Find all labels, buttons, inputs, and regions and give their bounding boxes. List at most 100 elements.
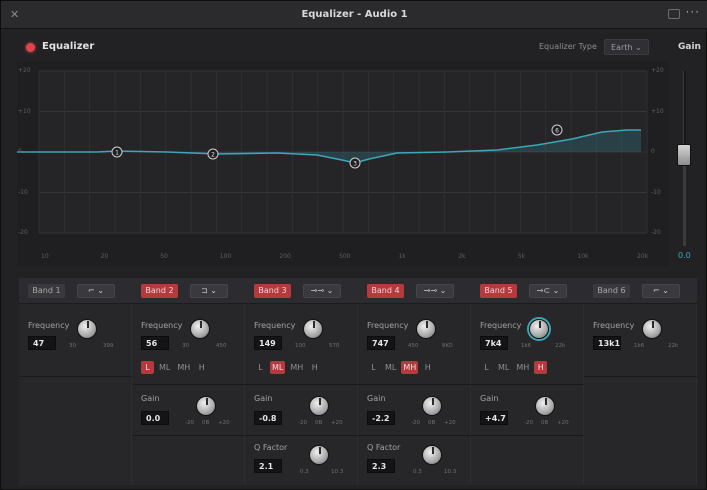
equalizer-power-toggle[interactable] bbox=[26, 43, 35, 52]
q-factor-value-field[interactable]: 2.3 bbox=[367, 459, 395, 473]
frequency-value-field[interactable]: 47 bbox=[28, 336, 56, 350]
channel-button-mh[interactable]: MH bbox=[401, 361, 419, 374]
band-header: Band 6 ⌐ ⌄ bbox=[584, 278, 697, 304]
band-panel: Band 6 ⌐ ⌄ Frequency 13k1 1k6 22k bbox=[584, 278, 697, 485]
frequency-max-label: 570 bbox=[329, 343, 340, 349]
frequency-label: Frequency bbox=[593, 321, 635, 330]
channel-button-h[interactable]: H bbox=[308, 361, 321, 374]
filter-type-dropdown[interactable]: ⊸⊸ ⌄ bbox=[416, 284, 454, 298]
eq-x-tick: 2k bbox=[458, 253, 466, 260]
gain-min-label: -20 bbox=[298, 420, 307, 426]
frequency-label: Frequency bbox=[28, 321, 70, 330]
q-factor-knob[interactable] bbox=[422, 445, 442, 465]
frequency-value-field[interactable]: 56 bbox=[141, 336, 169, 350]
gain-knob[interactable] bbox=[422, 396, 442, 416]
channel-button-mh[interactable]: MH bbox=[514, 361, 531, 374]
gain-section: Gain -2.2 -20 0B +20 bbox=[358, 386, 471, 436]
channel-button-mh[interactable]: MH bbox=[175, 361, 192, 374]
more-options-icon[interactable]: ··· bbox=[686, 5, 700, 19]
eq-band-handle[interactable]: 6 bbox=[551, 124, 563, 136]
channel-button-mh[interactable]: MH bbox=[288, 361, 305, 374]
frequency-max-label: 22k bbox=[555, 343, 566, 349]
window-title: Equalizer - Audio 1 bbox=[301, 9, 408, 20]
eq-x-tick: 10k bbox=[577, 253, 589, 260]
equalizer-header: Equalizer Equalizer Type Earth ⌄ Gain bbox=[1, 31, 707, 61]
eq-x-tick: 100 bbox=[219, 253, 232, 260]
channel-button-h[interactable]: H bbox=[534, 361, 548, 374]
eq-y-tick-left: -10 bbox=[18, 188, 28, 196]
band-panel: Band 5 ⊸⊂ ⌄ Frequency 7k4 1k6 22k L ML MH H … bbox=[471, 278, 584, 485]
frequency-label: Frequency bbox=[480, 321, 522, 330]
band-toggle-button[interactable]: Band 5 bbox=[480, 284, 517, 298]
filter-type-dropdown[interactable]: ⌐ ⌄ bbox=[642, 284, 680, 298]
gain-mid-label: 0B bbox=[541, 420, 549, 426]
channel-button-ml[interactable]: ML bbox=[270, 361, 286, 374]
frequency-value-field[interactable]: 7k4 bbox=[480, 336, 508, 350]
frequency-knob[interactable] bbox=[416, 319, 436, 339]
band-toggle-button[interactable]: Band 4 bbox=[367, 284, 404, 298]
band-toggle-button[interactable]: Band 2 bbox=[141, 284, 178, 298]
q-factor-value-field[interactable]: 2.1 bbox=[254, 459, 282, 473]
frequency-section: Frequency 47 30 399 bbox=[19, 305, 132, 377]
eq-x-tick: 20k bbox=[637, 253, 649, 260]
frequency-min-label: 1k6 bbox=[634, 343, 645, 349]
frequency-value-field[interactable]: 149 bbox=[254, 336, 282, 350]
frequency-knob[interactable] bbox=[529, 319, 549, 339]
q-factor-min-label: 0.3 bbox=[413, 469, 422, 475]
eq-y-tick-right: 0 bbox=[651, 148, 655, 155]
gain-value-field[interactable]: -0.8 bbox=[254, 411, 282, 425]
frequency-knob[interactable] bbox=[77, 319, 97, 339]
gain-max-label: +20 bbox=[444, 420, 456, 426]
gain-value-field[interactable]: +4.7 bbox=[480, 411, 508, 425]
filter-type-dropdown[interactable]: ⊸⊸ ⌄ bbox=[303, 284, 341, 298]
frequency-value-field[interactable]: 13k1 bbox=[593, 336, 621, 350]
channel-button-l[interactable]: L bbox=[141, 361, 154, 374]
equalizer-type-dropdown[interactable]: Earth ⌄ bbox=[604, 39, 649, 55]
frequency-knob[interactable] bbox=[190, 319, 210, 339]
band-toggle-button[interactable]: Band 6 bbox=[593, 284, 630, 298]
frequency-knob[interactable] bbox=[303, 319, 323, 339]
filter-type-dropdown[interactable]: ⊐ ⌄ bbox=[190, 284, 228, 298]
q-factor-knob[interactable] bbox=[309, 445, 329, 465]
band-toggle-button[interactable]: Band 3 bbox=[254, 284, 291, 298]
filter-type-dropdown[interactable]: ⌐ ⌄ bbox=[77, 284, 115, 298]
frequency-knob[interactable] bbox=[642, 319, 662, 339]
frequency-section: Frequency 56 30 450 L ML MH H bbox=[132, 305, 245, 385]
gain-knob[interactable] bbox=[309, 396, 329, 416]
channel-button-ml[interactable]: ML bbox=[383, 361, 398, 374]
channel-button-h[interactable]: H bbox=[195, 361, 208, 374]
gain-max-label: +20 bbox=[331, 420, 343, 426]
frequency-max-label: 450 bbox=[216, 343, 227, 349]
eq-band-handle[interactable]: 3 bbox=[349, 157, 361, 169]
band-header: Band 5 ⊸⊂ ⌄ bbox=[471, 278, 584, 304]
eq-band-handle[interactable]: 1 bbox=[111, 146, 123, 158]
gain-value-field[interactable]: -2.2 bbox=[367, 411, 395, 425]
frequency-min-label: 1k6 bbox=[521, 343, 532, 349]
channel-button-ml[interactable]: ML bbox=[496, 361, 511, 374]
band-toggle-button[interactable]: Band 1 bbox=[28, 284, 65, 298]
channel-button-h[interactable]: H bbox=[421, 361, 434, 374]
frequency-section: Frequency 149 100 570 L ML MH H bbox=[245, 305, 358, 385]
band-header: Band 2 ⊐ ⌄ bbox=[132, 278, 245, 304]
eq-band-handle-label: 3 bbox=[353, 161, 357, 168]
eq-band-handle[interactable]: 2 bbox=[207, 148, 219, 160]
frequency-min-label: 30 bbox=[69, 343, 76, 349]
gain-mid-label: 0B bbox=[202, 420, 210, 426]
gain-label: Gain bbox=[254, 394, 273, 403]
gain-max-label: +20 bbox=[557, 420, 569, 426]
frequency-value-field[interactable]: 747 bbox=[367, 336, 395, 350]
gain-fader-handle[interactable] bbox=[677, 144, 691, 166]
filter-type-dropdown[interactable]: ⊸⊂ ⌄ bbox=[529, 284, 567, 298]
channel-button-l[interactable]: L bbox=[254, 361, 267, 374]
eq-graph[interactable]: 1 2 3 6 +20 +10 0 -10 -20 +20 +10 0 -10 -20 10 20 50 100… bbox=[17, 61, 669, 266]
channel-button-l[interactable]: L bbox=[367, 361, 380, 374]
channel-button-ml[interactable]: ML bbox=[157, 361, 172, 374]
eq-curve-svg[interactable]: 1 2 3 6 bbox=[17, 61, 669, 266]
gain-value-field[interactable]: 0.0 bbox=[141, 411, 169, 425]
channel-button-l[interactable]: L bbox=[480, 361, 493, 374]
gain-knob[interactable] bbox=[196, 396, 216, 416]
eq-band-handle-label: 1 bbox=[115, 150, 119, 157]
q-factor-section: Q Factor 2.1 0.3 10.3 bbox=[245, 437, 358, 485]
gain-knob[interactable] bbox=[535, 396, 555, 416]
window-layout-icon[interactable] bbox=[668, 9, 680, 19]
